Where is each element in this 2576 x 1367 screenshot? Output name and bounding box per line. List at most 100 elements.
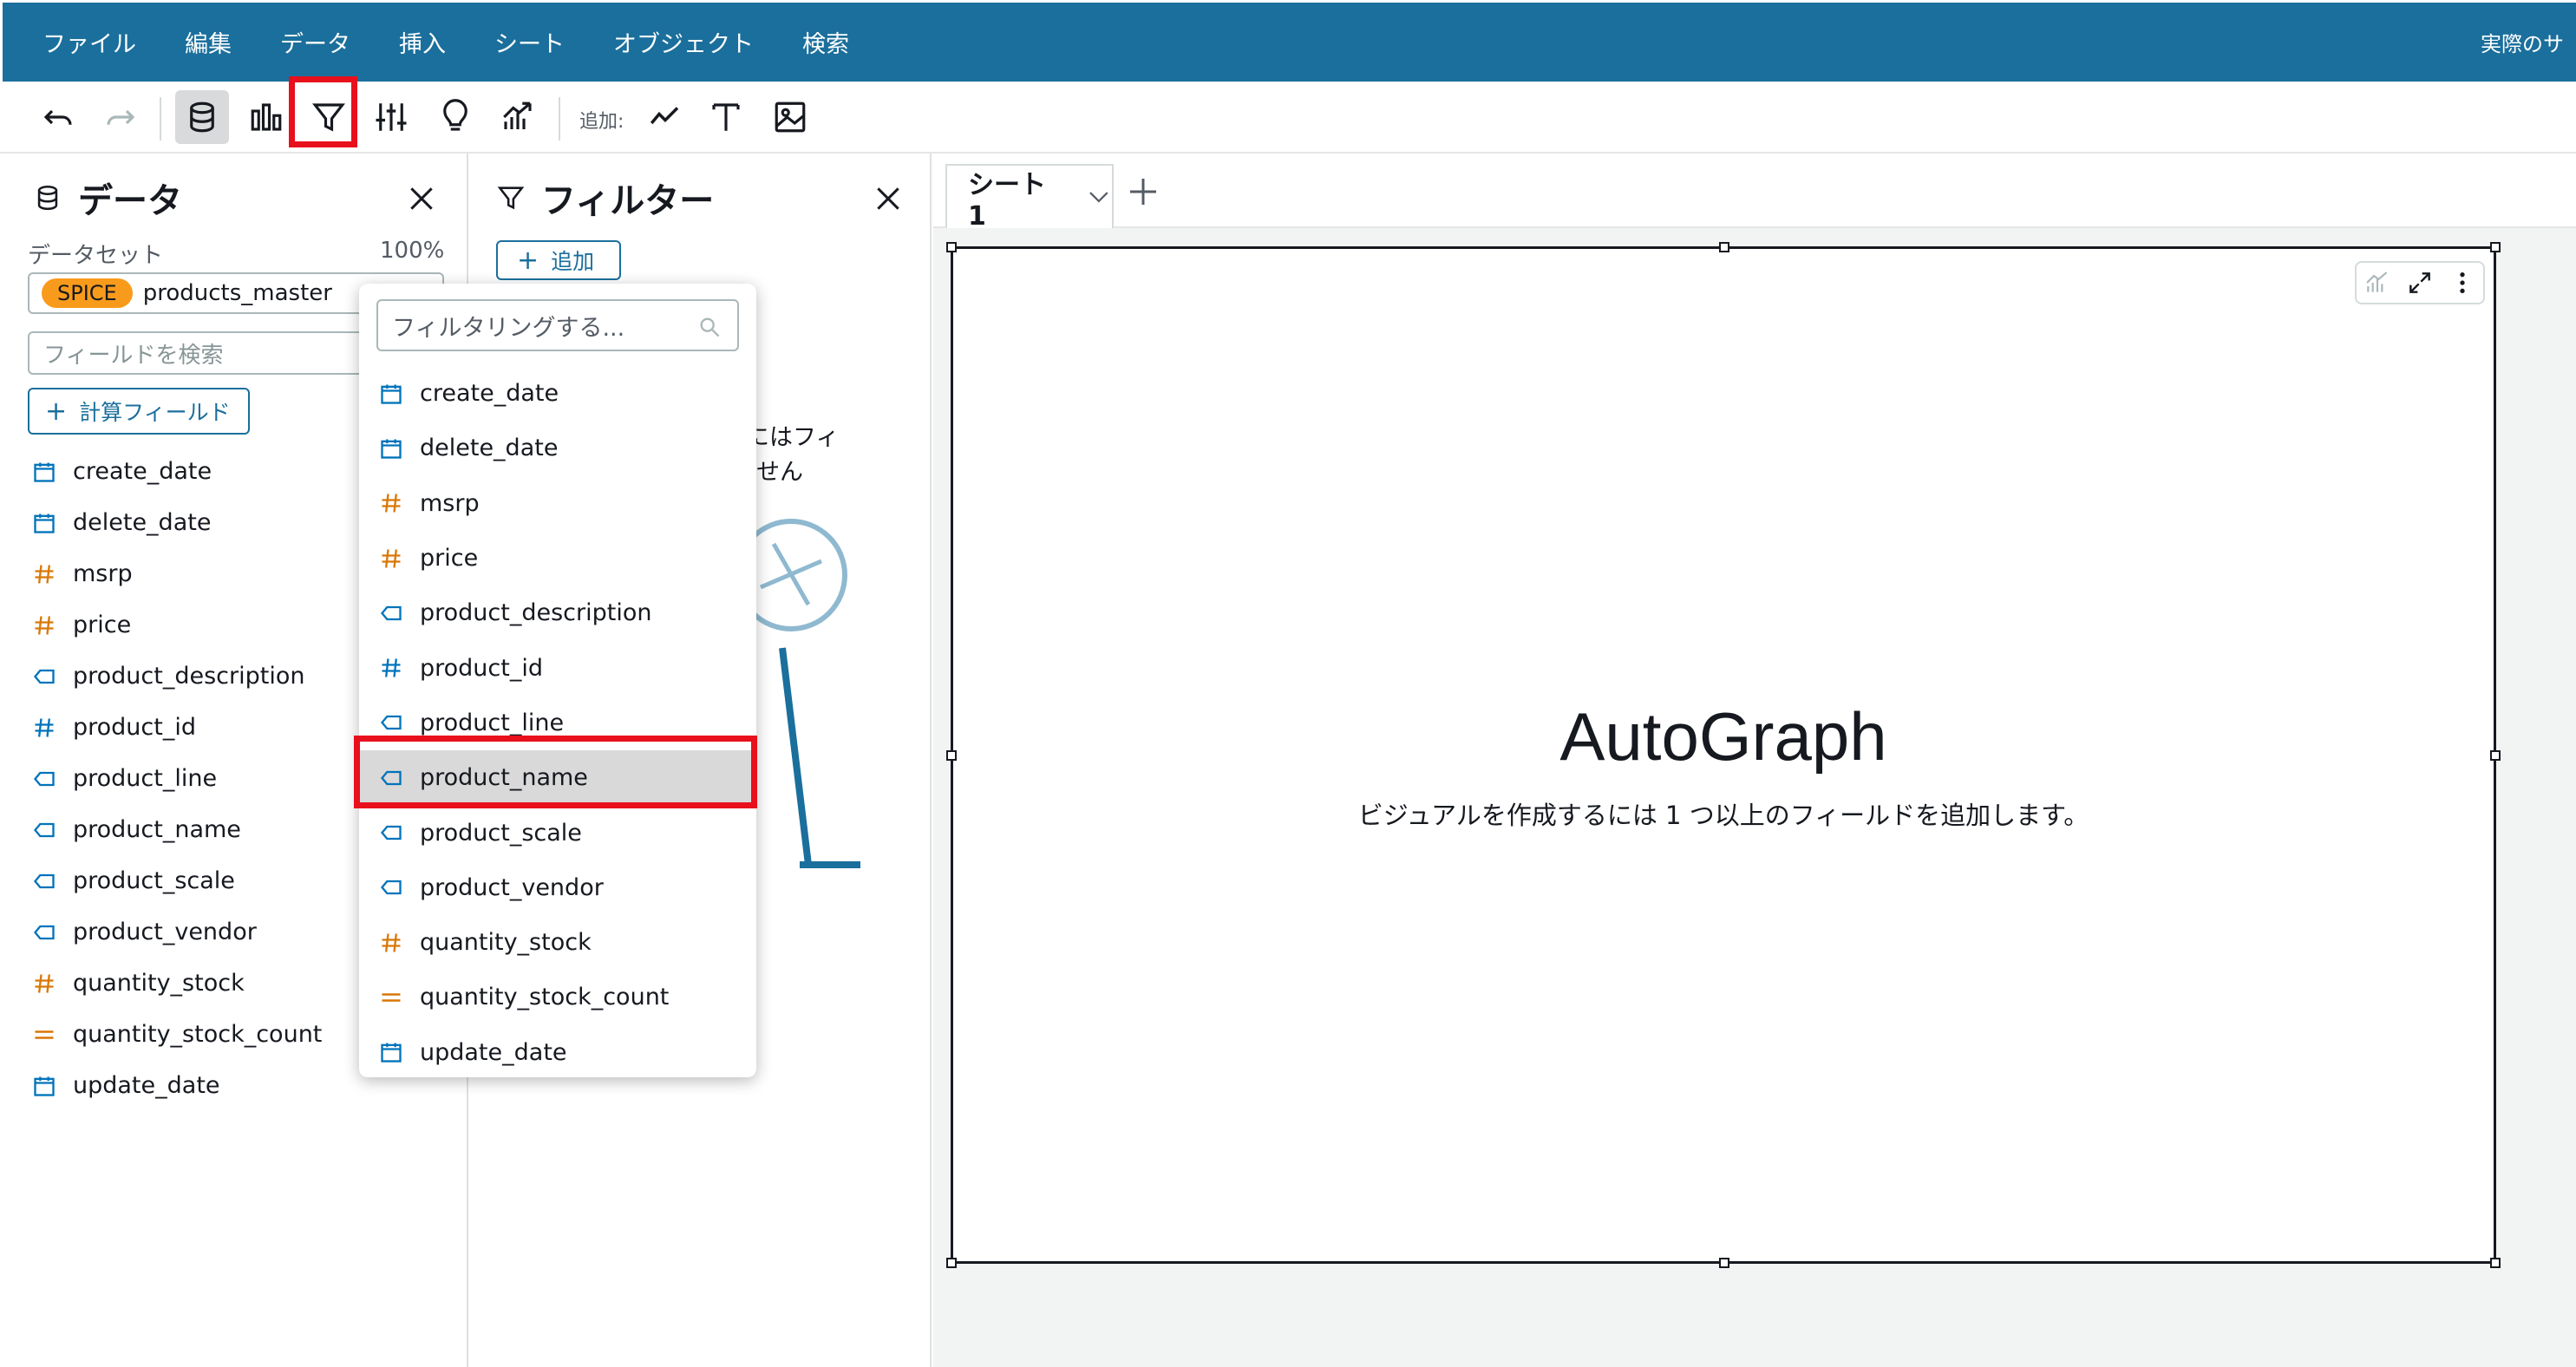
plus-icon: +: [45, 396, 68, 427]
field-item[interactable]: quantity_stock_count: [31, 1009, 322, 1060]
canvas-area: シート 1 AutoGraph ビジュアルを作成するには 1 つ以上のフィールド…: [933, 154, 2576, 1367]
dataset-label: データセット: [28, 243, 164, 269]
field-name: quantity_stock: [73, 970, 245, 997]
field-item[interactable]: update_date: [31, 1060, 322, 1111]
calendar-icon: [378, 1039, 404, 1065]
bar-chart-icon: [251, 103, 282, 131]
field-item[interactable]: product_name: [31, 804, 322, 855]
option-label: delete_date: [420, 435, 559, 462]
menu-object[interactable]: オブジェクト: [613, 25, 754, 59]
database-icon: [37, 185, 58, 211]
dropdown-field-option[interactable]: product_name: [359, 750, 756, 806]
option-label: product_line: [420, 709, 565, 736]
dropdown-field-option[interactable]: msrp: [359, 476, 756, 531]
tab-sheet-1[interactable]: シート 1: [945, 164, 1114, 232]
field-name: product_description: [73, 663, 305, 690]
add-sheet-icon[interactable]: [1126, 174, 1161, 209]
field-item[interactable]: product_scale: [31, 855, 322, 906]
undo-button[interactable]: [31, 90, 85, 144]
menu-search[interactable]: 検索: [802, 25, 849, 59]
field-item[interactable]: create_date: [31, 446, 322, 497]
option-label: update_date: [420, 1038, 567, 1066]
sheet-tab-strip: シート 1: [933, 154, 2576, 232]
close-data-panel-icon[interactable]: [404, 181, 439, 216]
close-filter-panel-icon[interactable]: [871, 181, 906, 216]
field-item[interactable]: product_description: [31, 651, 322, 702]
menu-data[interactable]: データ: [280, 25, 350, 59]
filter-empty-text-1: にはフィ: [746, 424, 840, 451]
filter-field-search-placeholder: フィルタリングする...: [392, 314, 625, 342]
field-name: product_vendor: [73, 919, 257, 945]
field-item[interactable]: product_line: [31, 753, 322, 804]
resize-handle[interactable]: [946, 242, 957, 252]
add-calculated-field-button[interactable]: + 計算フィールド: [28, 388, 250, 435]
field-name: product_name: [73, 816, 241, 843]
dropdown-field-option[interactable]: create_date: [359, 366, 756, 421]
chevron-down-icon[interactable]: [1086, 184, 1112, 210]
forecast-icon[interactable]: [2364, 269, 2391, 297]
insights-button[interactable]: [428, 90, 482, 144]
resize-handle[interactable]: [2490, 242, 2501, 252]
dropdown-field-option[interactable]: update_date: [359, 1025, 756, 1080]
calculated-field-icon: [378, 984, 404, 1011]
dropdown-field-option[interactable]: product_description: [359, 585, 756, 640]
filter-field-list: create_date delete_datemsrp price product_d…: [359, 366, 756, 1080]
menu-right-text[interactable]: 実際のサ: [2481, 3, 2576, 82]
filter-empty-text-2: せん: [756, 459, 803, 486]
resize-handle[interactable]: [1719, 242, 1729, 252]
more-options-icon[interactable]: [2449, 269, 2476, 297]
add-image-button[interactable]: [763, 90, 817, 144]
field-item[interactable]: msrp: [31, 548, 322, 599]
sliders-icon: [376, 103, 407, 131]
visual-subtitle: ビジュアルを作成するには 1 つ以上のフィールドを追加します。: [1357, 801, 2089, 830]
resize-handle[interactable]: [1719, 1258, 1729, 1268]
menu-sheet[interactable]: シート: [494, 25, 565, 59]
calendar-icon: [378, 435, 404, 461]
plus-icon: +: [517, 245, 539, 276]
visualize-button[interactable]: [239, 90, 293, 144]
dropdown-field-option[interactable]: quantity_stock_count: [359, 970, 756, 1024]
autograph-visual[interactable]: AutoGraph ビジュアルを作成するには 1 つ以上のフィールドを追加します…: [946, 242, 2501, 1268]
dropdown-field-option[interactable]: product_id: [359, 640, 756, 695]
measure-hash-icon: [378, 546, 404, 572]
menu-file[interactable]: ファイル: [42, 25, 136, 59]
field-item[interactable]: delete_date: [31, 497, 322, 548]
dropdown-field-option[interactable]: product_line: [359, 696, 756, 750]
data-panel-button[interactable]: [175, 90, 229, 144]
dataset-name: products_master: [142, 280, 332, 306]
calculated-field-icon: [31, 1022, 57, 1048]
tag-icon: [31, 868, 57, 894]
add-line-chart-button[interactable]: [638, 90, 692, 144]
dropdown-field-option[interactable]: price: [359, 531, 756, 585]
expand-icon[interactable]: [2406, 269, 2434, 297]
option-label: msrp: [420, 489, 480, 517]
dropdown-field-option[interactable]: quantity_stock: [359, 915, 756, 970]
filter-button[interactable]: [302, 90, 356, 144]
tag-icon: [31, 664, 57, 690]
calendar-icon: [31, 459, 57, 485]
field-item[interactable]: product_vendor: [31, 906, 322, 958]
parameters-button[interactable]: [364, 90, 418, 144]
forecast-button[interactable]: [491, 90, 545, 144]
menu-edit[interactable]: 編集: [185, 25, 232, 59]
filter-field-search-input[interactable]: フィルタリングする...: [376, 299, 739, 351]
toolbar: 追加:: [0, 82, 2576, 154]
field-name: product_line: [73, 765, 218, 792]
field-name: msrp: [73, 560, 133, 587]
dropdown-field-option[interactable]: product_vendor: [359, 860, 756, 915]
dropdown-field-option[interactable]: delete_date: [359, 421, 756, 475]
field-item[interactable]: product_id: [31, 702, 322, 753]
menu-insert[interactable]: 挿入: [399, 25, 446, 59]
add-text-button[interactable]: [699, 90, 753, 144]
add-filter-button[interactable]: + 追加: [496, 240, 621, 280]
option-label: quantity_stock_count: [420, 984, 670, 1011]
field-item[interactable]: price: [31, 599, 322, 651]
resize-handle[interactable]: [946, 1258, 957, 1268]
redo-button[interactable]: [94, 90, 147, 144]
option-label: product_name: [420, 764, 588, 792]
dropdown-field-option[interactable]: product_scale: [359, 805, 756, 860]
resize-handle[interactable]: [2490, 1258, 2501, 1268]
tag-icon: [378, 874, 404, 900]
database-icon: [190, 101, 214, 133]
field-item[interactable]: quantity_stock: [31, 958, 322, 1009]
